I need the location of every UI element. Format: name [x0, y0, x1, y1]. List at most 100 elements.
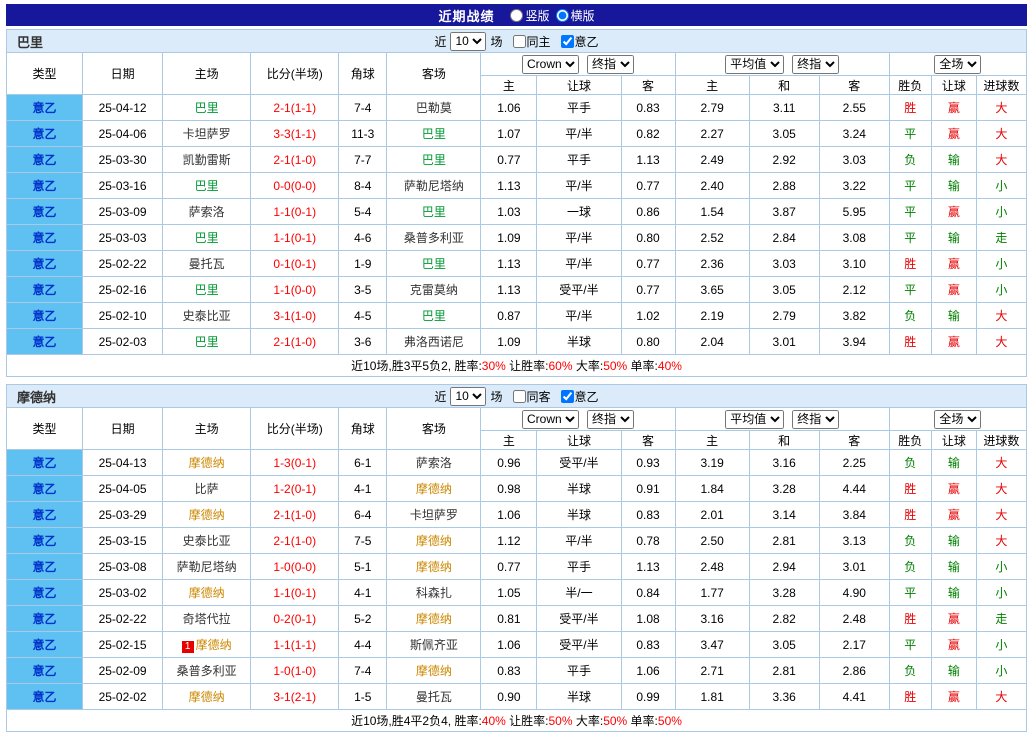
home-team-cell[interactable]: 1摩德纳 — [163, 632, 251, 658]
away-team-cell[interactable]: 巴里 — [387, 121, 481, 147]
league-cell[interactable]: 意乙 — [7, 173, 83, 199]
score-cell[interactable]: 1-2(0-1) — [251, 476, 339, 502]
away-team-cell[interactable]: 萨勒尼塔纳 — [387, 173, 481, 199]
league-cell[interactable]: 意乙 — [7, 554, 83, 580]
games-count-select[interactable]: 10 — [450, 32, 486, 51]
home-team-cell[interactable]: 史泰比亚 — [163, 303, 251, 329]
league-cell[interactable]: 意乙 — [7, 476, 83, 502]
score-cell[interactable]: 0-1(0-1) — [251, 251, 339, 277]
layout-option-horizontal[interactable]: 横版 — [556, 7, 595, 24]
away-team-cell[interactable]: 斯佩齐亚 — [387, 632, 481, 658]
away-team-cell[interactable]: 桑普多利亚 — [387, 225, 481, 251]
league-cell[interactable]: 意乙 — [7, 329, 83, 355]
away-team-cell[interactable]: 摩德纳 — [387, 476, 481, 502]
league-cell[interactable]: 意乙 — [7, 303, 83, 329]
away-team-cell[interactable]: 摩德纳 — [387, 554, 481, 580]
home-team-cell[interactable]: 摩德纳 — [163, 450, 251, 476]
home-team-cell[interactable]: 曼托瓦 — [163, 251, 251, 277]
score-cell[interactable]: 2-1(1-0) — [251, 329, 339, 355]
away-team-cell[interactable]: 克雷莫纳 — [387, 277, 481, 303]
score-cell[interactable]: 1-1(0-1) — [251, 580, 339, 606]
score-cell[interactable]: 2-1(1-0) — [251, 147, 339, 173]
vertical-radio[interactable] — [510, 9, 523, 22]
scope-select-0[interactable]: 全场 — [934, 410, 981, 429]
score-cell[interactable]: 1-1(0-1) — [251, 225, 339, 251]
odds-select-1[interactable]: 终指 — [587, 410, 634, 429]
score-cell[interactable]: 2-1(1-0) — [251, 502, 339, 528]
league-cell[interactable]: 意乙 — [7, 199, 83, 225]
score-cell[interactable]: 3-1(2-1) — [251, 684, 339, 710]
league-filter[interactable]: 意乙 — [554, 388, 599, 405]
away-team-cell[interactable]: 巴里 — [387, 303, 481, 329]
score-cell[interactable]: 1-1(0-0) — [251, 277, 339, 303]
home-team-cell[interactable]: 摩德纳 — [163, 684, 251, 710]
league-cell[interactable]: 意乙 — [7, 658, 83, 684]
away-team-cell[interactable]: 摩德纳 — [387, 658, 481, 684]
league-cell[interactable]: 意乙 — [7, 277, 83, 303]
same-venue-filter[interactable]: 同客 — [506, 388, 551, 405]
home-team-cell[interactable]: 桑普多利亚 — [163, 658, 251, 684]
odds-select-0[interactable]: Crown — [522, 410, 579, 429]
same-venue-checkbox[interactable] — [513, 390, 526, 403]
league-cell[interactable]: 意乙 — [7, 606, 83, 632]
home-team-cell[interactable]: 萨索洛 — [163, 199, 251, 225]
home-team-cell[interactable]: 巴里 — [163, 277, 251, 303]
league-filter[interactable]: 意乙 — [554, 33, 599, 50]
away-team-cell[interactable]: 弗洛西诺尼 — [387, 329, 481, 355]
score-cell[interactable]: 0-0(0-0) — [251, 173, 339, 199]
score-cell[interactable]: 1-3(0-1) — [251, 450, 339, 476]
games-count-select[interactable]: 10 — [450, 387, 486, 406]
away-team-cell[interactable]: 卡坦萨罗 — [387, 502, 481, 528]
league-cell[interactable]: 意乙 — [7, 95, 83, 121]
home-team-cell[interactable]: 巴里 — [163, 95, 251, 121]
score-cell[interactable]: 3-3(1-1) — [251, 121, 339, 147]
score-cell[interactable]: 1-0(0-0) — [251, 554, 339, 580]
league-filter-checkbox[interactable] — [561, 390, 574, 403]
home-team-cell[interactable]: 史泰比亚 — [163, 528, 251, 554]
home-team-cell[interactable]: 凯勤雷斯 — [163, 147, 251, 173]
same-venue-checkbox[interactable] — [513, 35, 526, 48]
away-team-cell[interactable]: 萨索洛 — [387, 450, 481, 476]
score-cell[interactable]: 1-0(1-0) — [251, 658, 339, 684]
scope-select-0[interactable]: 全场 — [934, 55, 981, 74]
score-cell[interactable]: 3-1(1-0) — [251, 303, 339, 329]
league-cell[interactable]: 意乙 — [7, 580, 83, 606]
horizontal-radio[interactable] — [556, 9, 569, 22]
avg-select-1[interactable]: 终指 — [792, 55, 839, 74]
layout-option-vertical[interactable]: 竖版 — [510, 7, 549, 24]
league-cell[interactable]: 意乙 — [7, 251, 83, 277]
away-team-cell[interactable]: 巴里 — [387, 199, 481, 225]
home-team-cell[interactable]: 奇塔代拉 — [163, 606, 251, 632]
home-team-cell[interactable]: 巴里 — [163, 329, 251, 355]
score-cell[interactable]: 2-1(1-1) — [251, 95, 339, 121]
avg-select-1[interactable]: 终指 — [792, 410, 839, 429]
odds-select-0[interactable]: Crown — [522, 55, 579, 74]
league-cell[interactable]: 意乙 — [7, 684, 83, 710]
home-team-cell[interactable]: 比萨 — [163, 476, 251, 502]
away-team-cell[interactable]: 巴里 — [387, 251, 481, 277]
score-cell[interactable]: 1-1(0-1) — [251, 199, 339, 225]
home-team-cell[interactable]: 卡坦萨罗 — [163, 121, 251, 147]
home-team-cell[interactable]: 巴里 — [163, 225, 251, 251]
league-cell[interactable]: 意乙 — [7, 121, 83, 147]
odds-select-1[interactable]: 终指 — [587, 55, 634, 74]
home-team-cell[interactable]: 萨勒尼塔纳 — [163, 554, 251, 580]
league-cell[interactable]: 意乙 — [7, 632, 83, 658]
away-team-cell[interactable]: 巴里 — [387, 147, 481, 173]
league-filter-checkbox[interactable] — [561, 35, 574, 48]
score-cell[interactable]: 1-1(1-1) — [251, 632, 339, 658]
league-cell[interactable]: 意乙 — [7, 528, 83, 554]
home-team-cell[interactable]: 巴里 — [163, 173, 251, 199]
avg-select-0[interactable]: 平均值 — [725, 410, 784, 429]
away-team-cell[interactable]: 摩德纳 — [387, 606, 481, 632]
league-cell[interactable]: 意乙 — [7, 147, 83, 173]
away-team-cell[interactable]: 巴勒莫 — [387, 95, 481, 121]
same-venue-filter[interactable]: 同主 — [506, 33, 551, 50]
home-team-cell[interactable]: 摩德纳 — [163, 580, 251, 606]
league-cell[interactable]: 意乙 — [7, 450, 83, 476]
away-team-cell[interactable]: 曼托瓦 — [387, 684, 481, 710]
league-cell[interactable]: 意乙 — [7, 502, 83, 528]
away-team-cell[interactable]: 科森扎 — [387, 580, 481, 606]
away-team-cell[interactable]: 摩德纳 — [387, 528, 481, 554]
league-cell[interactable]: 意乙 — [7, 225, 83, 251]
